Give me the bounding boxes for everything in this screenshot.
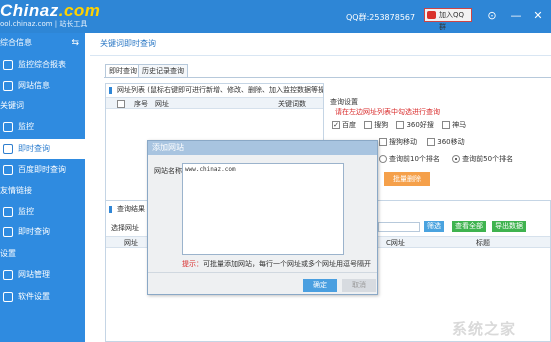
gear-icon — [3, 292, 13, 302]
sidebar-item-link-monitor[interactable]: 监控 — [0, 202, 85, 222]
top10-radio[interactable] — [379, 155, 387, 163]
page-title: 关键词即时查询 — [100, 39, 156, 48]
sogou-checkbox[interactable] — [364, 121, 373, 129]
qq-icon — [427, 11, 436, 19]
export-data-button[interactable]: 导出数据 — [492, 221, 526, 232]
settings-heading: 查询设置 — [330, 98, 358, 106]
sidebar-item-baidu-instant-query[interactable]: 百度即时查询 — [0, 160, 85, 180]
shenma-checkbox[interactable] — [442, 121, 451, 129]
monitor-icon — [3, 207, 13, 217]
divider — [90, 55, 551, 56]
sidebar-item-site-management[interactable]: 网站管理 — [0, 265, 85, 285]
col-result-title: 标题 — [476, 239, 490, 247]
qq-group-number: QQ群:253878567 — [346, 13, 416, 22]
site-name-label: 网站名称 — [154, 167, 182, 175]
top50-radio[interactable] — [452, 155, 461, 163]
chart-icon — [3, 60, 13, 70]
batch-delete-button[interactable]: 批量删除 — [384, 172, 430, 186]
sidebar-item-link-instant-query[interactable]: 即时查询 — [0, 222, 85, 242]
col-result-curl: C网址 — [386, 239, 405, 247]
engine-baidu[interactable]: 百度 — [332, 121, 356, 129]
site-icon — [3, 81, 13, 91]
close-button[interactable]: ✕ — [532, 10, 544, 22]
cancel-button[interactable]: 取消 — [342, 279, 376, 292]
range-top10[interactable]: 查询前10个排名 — [379, 155, 440, 163]
sidebar-item-software-settings[interactable]: 软件设置 — [0, 287, 85, 307]
watermark: 系统之家 — [452, 320, 517, 338]
sidebar-group-friend-links[interactable]: 友情链接 — [0, 181, 85, 201]
title-bar: Chinaz.com ool.chinaz.com | 站长工具 QQ群:253… — [0, 0, 551, 33]
range-top50[interactable]: 查询前50个排名 — [452, 155, 513, 163]
engine-360[interactable]: 360好搜 — [396, 121, 434, 129]
engine-row-1: 百度 搜狗 360好搜 神马 — [332, 120, 466, 130]
sidebar-item-monitor-report[interactable]: 监控综合报表 — [0, 55, 85, 75]
add-site-dialog: 添加网站 网站名称 www.chinaz.com 提示：可批量添加网站，每行一个… — [147, 140, 378, 295]
sidebar-group-settings[interactable]: 设置 — [0, 244, 85, 264]
clock-icon — [3, 227, 13, 237]
engine-row-2: 搜狗移动 360移动 — [379, 137, 465, 147]
settings-notice: 请在左边网址列表中勾选进行查询 — [335, 108, 440, 116]
collapse-icon[interactable]: ⇆ — [71, 33, 79, 53]
confirm-button[interactable]: 确定 — [303, 279, 337, 292]
skin-icon[interactable]: ⊙ — [486, 10, 498, 22]
dialog-divider — [148, 272, 377, 273]
col-url: 网址 — [155, 100, 169, 108]
engine-sogou-mobile[interactable]: 搜狗移动 — [379, 138, 417, 146]
people-icon — [3, 270, 13, 280]
col-keyword-count: 关键词数 — [278, 100, 306, 108]
engine-shenma[interactable]: 神马 — [442, 121, 466, 129]
rank-range: 查询前10个排名 查询前50个排名 — [379, 154, 513, 164]
url-table-header: 序号 网址 关键词数 — [106, 97, 323, 109]
join-qq-group-button[interactable]: 加入QQ群 — [424, 8, 472, 31]
baidu-checkbox[interactable] — [332, 121, 340, 129]
tab-instant-query[interactable]: 即时查询 — [105, 64, 141, 78]
engine-sogou[interactable]: 搜狗 — [364, 121, 388, 129]
chinaz-logo: Chinaz.com — [0, 1, 101, 20]
url-list-heading: 网址列表 (鼠标右键即可进行新增、修改、删除、加入监控数据等操作，双击网址进行关… — [106, 84, 323, 97]
engine-360-mobile[interactable]: 360移动 — [427, 138, 465, 146]
col-index: 序号 — [134, 100, 148, 108]
select-all-checkbox[interactable] — [117, 100, 125, 108]
sidebar-group-overview[interactable]: 综合信息 ⇆ — [0, 33, 85, 53]
tab-history-query[interactable]: 历史记录查询 — [138, 64, 188, 78]
so360-mobile-checkbox[interactable] — [427, 138, 436, 146]
sidebar-item-instant-query[interactable]: 即时查询 — [0, 139, 85, 159]
dialog-tip: 提示：可批量添加网站，每行一个网址或多个网址用逗号隔开 — [182, 260, 371, 268]
sidebar: 综合信息 ⇆ 监控综合报表 网站信息 关键词 监控 即时查询 百度即时查询 友情… — [0, 33, 85, 342]
dialog-title: 添加网站 — [148, 141, 377, 155]
tab-divider — [104, 77, 551, 78]
view-all-button[interactable]: 查看全部 — [452, 221, 486, 232]
clock-icon — [3, 144, 13, 154]
select-url-label: 选择网址 — [111, 224, 139, 232]
monitor-icon — [3, 122, 13, 132]
sidebar-group-keywords[interactable]: 关键词 — [0, 96, 85, 116]
minimize-button[interactable]: — — [510, 10, 522, 22]
sidebar-item-site-info[interactable]: 网站信息 — [0, 76, 85, 96]
logo-subtitle: ool.chinaz.com | 站长工具 — [0, 20, 88, 28]
filter-button[interactable]: 筛选 — [424, 221, 444, 232]
site-name-textarea[interactable]: www.chinaz.com — [182, 163, 344, 255]
col-result-url: 网址 — [124, 239, 138, 247]
so360-checkbox[interactable] — [396, 121, 405, 129]
baidu-icon — [3, 165, 13, 175]
sidebar-item-keyword-monitor[interactable]: 监控 — [0, 117, 85, 137]
url-select[interactable] — [378, 222, 420, 232]
sogou-mobile-checkbox[interactable] — [379, 138, 387, 146]
